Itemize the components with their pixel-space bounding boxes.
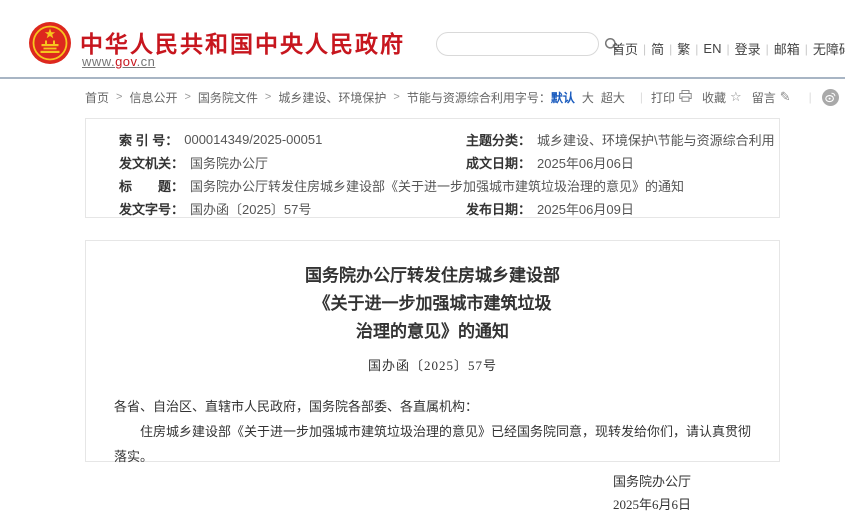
nav-simplified[interactable]: 简 <box>651 39 664 58</box>
nav-traditional[interactable]: 繁 <box>677 39 690 58</box>
document-meta-card: 索 引 号： 000014349/2025-00051 主题分类： 城乡建设、环… <box>85 118 780 218</box>
meta-category: 主题分类： 城乡建设、环境保护\节能与资源综合利用 <box>466 130 779 149</box>
url-www: www. <box>82 54 115 69</box>
document-card: 国务院办公厅转发住房城乡建设部 《关于进一步加强城市建筑垃圾 治理的意见》的通知… <box>85 240 780 462</box>
document-title-line: 《关于进一步加强城市建筑垃圾 <box>86 290 779 318</box>
top-nav: 首页| 简| 繁| EN| 登录| 邮箱| 无障碍 <box>612 39 837 58</box>
meta-pub-date: 发布日期： 2025年06月09日 <box>466 199 779 218</box>
document-salutation: 各省、自治区、直辖市人民政府，国务院各部委、各直属机构： <box>114 394 751 419</box>
nav-divider: | <box>695 42 698 56</box>
breadcrumb-urban-env[interactable]: 城乡建设、环境保护 <box>278 89 386 106</box>
meta-row: 标 题： 国务院办公厅转发住房城乡建设部《关于进一步加强城市建筑垃圾治理的意见》… <box>119 174 779 197</box>
toolbar-divider: | <box>640 90 643 104</box>
document-paragraph: 住房城乡建设部《关于进一步加强城市建筑垃圾治理的意见》已经国务院同意，现转发给你… <box>114 419 751 469</box>
document-title-line: 国务院办公厅转发住房城乡建设部 <box>86 262 779 290</box>
index-value: 000014349/2025-00051 <box>184 132 322 147</box>
breadcrumb-bar: 首页 > 信息公开 > 国务院文件 > 城乡建设、环境保护 > 节能与资源综合利… <box>85 79 780 115</box>
written-date-label: 成文日期： <box>466 153 531 172</box>
title-value: 国务院办公厅转发住房城乡建设部《关于进一步加强城市建筑垃圾治理的意见》的通知 <box>190 176 684 195</box>
written-date-value: 2025年06月06日 <box>537 153 634 172</box>
document-title: 国务院办公厅转发住房城乡建设部 《关于进一步加强城市建筑垃圾 治理的意见》的通知 <box>86 262 779 346</box>
document-title-line: 治理的意见》的通知 <box>86 318 779 346</box>
breadcrumb-info-disclosure[interactable]: 信息公开 <box>129 89 177 106</box>
index-label: 索 引 号： <box>119 130 178 149</box>
font-size-large-button[interactable]: 大 <box>582 89 594 106</box>
site-url-link[interactable]: www.gov.cn <box>82 54 155 69</box>
pencil-icon: ✎ <box>780 89 791 105</box>
share-weibo-icon[interactable] <box>822 89 839 106</box>
agency-value: 国务院办公厅 <box>190 153 268 172</box>
meta-row: 索 引 号： 000014349/2025-00051 主题分类： 城乡建设、环… <box>119 128 779 151</box>
breadcrumb-separator: > <box>393 91 399 103</box>
comment-button[interactable]: 留言 ✎ <box>752 89 791 106</box>
url-cn: .cn <box>137 54 156 69</box>
meta-row: 发文机关： 国务院办公厅 成文日期： 2025年06月06日 <box>119 151 779 174</box>
site-header: 中华人民共和国中央人民政府 www.gov.cn 首页| 简| 繁| EN| 登… <box>0 0 845 77</box>
document-sign-date: 2025年6月6日 <box>86 493 691 516</box>
agency-label: 发文机关： <box>119 153 184 172</box>
nav-divider: | <box>805 42 808 56</box>
nav-accessibility[interactable]: 无障碍 <box>813 39 845 58</box>
comment-label: 留言 <box>752 89 776 106</box>
doc-no-value: 国办函〔2025〕57号 <box>190 199 311 218</box>
national-emblem-icon <box>28 20 72 66</box>
favorite-button[interactable]: 收藏 ☆ <box>702 89 742 106</box>
document-signer: 国务院办公厅 <box>86 470 691 493</box>
favorite-label: 收藏 <box>702 89 726 106</box>
nav-divider: | <box>643 42 646 56</box>
title-label: 标 题： <box>119 176 184 195</box>
category-label: 主题分类： <box>466 130 531 149</box>
breadcrumb-separator: > <box>184 91 190 103</box>
page: 中华人民共和国中央人民政府 www.gov.cn 首页| 简| 繁| EN| 登… <box>0 0 845 473</box>
nav-divider: | <box>766 42 769 56</box>
printer-icon <box>679 90 692 105</box>
toolbar-divider: | <box>809 90 812 104</box>
search-input[interactable] <box>449 37 604 51</box>
document-signature: 国务院办公厅 2025年6月6日 <box>86 470 779 516</box>
page-toolbar: 字号： 默认 大 超大 | 打印 收藏 ☆ 留言 <box>515 89 845 106</box>
font-size-xlarge-button[interactable]: 超大 <box>601 89 625 106</box>
meta-row: 发文字号： 国办函〔2025〕57号 发布日期： 2025年06月09日 <box>119 197 779 220</box>
nav-divider: | <box>669 42 672 56</box>
print-label: 打印 <box>651 89 675 106</box>
url-gov: gov <box>115 54 137 69</box>
pub-date-value: 2025年06月09日 <box>537 199 634 218</box>
breadcrumb-home[interactable]: 首页 <box>85 89 109 106</box>
category-value: 城乡建设、环境保护\节能与资源综合利用 <box>537 130 775 149</box>
font-size-default-button[interactable]: 默认 <box>551 89 575 106</box>
meta-agency: 发文机关： 国务院办公厅 <box>119 153 466 172</box>
font-size-label: 字号： <box>515 89 551 106</box>
meta-written-date: 成文日期： 2025年06月06日 <box>466 153 779 172</box>
nav-mail[interactable]: 邮箱 <box>774 39 800 58</box>
breadcrumb-state-council-docs[interactable]: 国务院文件 <box>198 89 258 106</box>
nav-english[interactable]: EN <box>703 41 721 56</box>
document-body: 各省、自治区、直辖市人民政府，国务院各部委、各直属机构： 住房城乡建设部《关于进… <box>86 394 779 469</box>
breadcrumb-separator: > <box>116 91 122 103</box>
nav-login[interactable]: 登录 <box>735 39 761 58</box>
meta-index: 索 引 号： 000014349/2025-00051 <box>119 130 466 149</box>
star-icon: ☆ <box>730 89 742 105</box>
document-number: 国办函〔2025〕57号 <box>86 355 779 374</box>
print-button[interactable]: 打印 <box>651 89 692 106</box>
breadcrumb-separator: > <box>265 91 271 103</box>
share-buttons <box>822 89 845 106</box>
pub-date-label: 发布日期： <box>466 199 531 218</box>
breadcrumb: 首页 > 信息公开 > 国务院文件 > 城乡建设、环境保护 > 节能与资源综合利… <box>85 89 515 106</box>
doc-no-label: 发文字号： <box>119 199 184 218</box>
nav-home[interactable]: 首页 <box>612 39 638 58</box>
meta-doc-no: 发文字号： 国办函〔2025〕57号 <box>119 199 466 218</box>
search-box[interactable] <box>436 32 599 56</box>
nav-divider: | <box>726 42 729 56</box>
breadcrumb-energy-resources[interactable]: 节能与资源综合利用 <box>407 89 515 106</box>
